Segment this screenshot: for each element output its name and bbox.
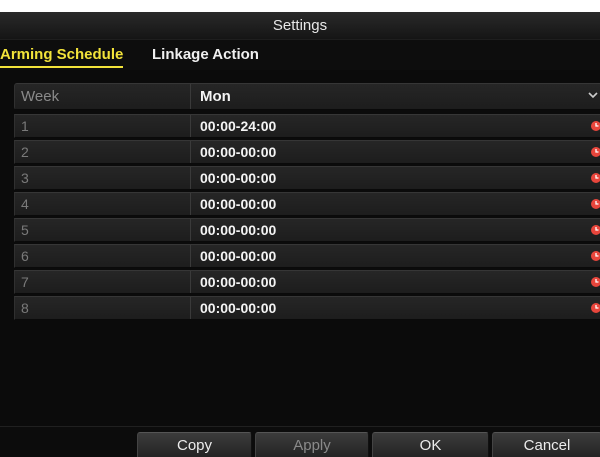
row-index: 5 (15, 219, 191, 241)
row-index: 6 (15, 245, 191, 267)
tab-arming-schedule[interactable]: Arming Schedule (0, 46, 124, 68)
schedule-row[interactable]: 4 00:00-00:00 (14, 192, 600, 216)
schedule-table: Week Mon 1 00:00-24:00 2 00:00-00:00 3 0… (14, 83, 600, 322)
button-bar: Copy Apply OK Cancel (0, 426, 600, 457)
time-range[interactable]: 00:00-00:00 (192, 193, 600, 215)
time-range[interactable]: 00:00-24:00 (192, 115, 600, 137)
row-index: 1 (15, 115, 191, 137)
clock-icon[interactable] (590, 250, 600, 262)
row-index: 3 (15, 167, 191, 189)
schedule-row[interactable]: 5 00:00-00:00 (14, 218, 600, 242)
clock-icon[interactable] (590, 276, 600, 288)
clock-icon[interactable] (590, 172, 600, 184)
apply-button[interactable]: Apply (255, 432, 369, 457)
clock-icon[interactable] (590, 224, 600, 236)
clock-icon[interactable] (590, 198, 600, 210)
copy-button[interactable]: Copy (137, 432, 252, 457)
schedule-row[interactable]: 6 00:00-00:00 (14, 244, 600, 268)
time-range[interactable]: 00:00-00:00 (192, 245, 600, 267)
time-range[interactable]: 00:00-00:00 (192, 167, 600, 189)
time-range[interactable]: 00:00-00:00 (192, 271, 600, 293)
schedule-row[interactable]: 1 00:00-24:00 (14, 114, 600, 138)
ok-button[interactable]: OK (372, 432, 489, 457)
clock-icon[interactable] (590, 146, 600, 158)
schedule-row[interactable]: 3 00:00-00:00 (14, 166, 600, 190)
clock-icon[interactable] (590, 302, 600, 314)
row-index: 4 (15, 193, 191, 215)
day-select[interactable]: Mon (192, 84, 600, 109)
window-title: Settings (0, 12, 600, 40)
tab-linkage-action[interactable]: Linkage Action (152, 46, 259, 66)
row-index: 2 (15, 141, 191, 163)
cancel-button[interactable]: Cancel (492, 432, 600, 457)
tab-bar: Arming Schedule Linkage Action (0, 40, 600, 70)
settings-dialog: Settings Arming Schedule Linkage Action … (0, 12, 600, 457)
week-label: Week (15, 84, 191, 109)
schedule-row[interactable]: 7 00:00-00:00 (14, 270, 600, 294)
time-range[interactable]: 00:00-00:00 (192, 219, 600, 241)
time-range[interactable]: 00:00-00:00 (192, 141, 600, 163)
schedule-row[interactable]: 8 00:00-00:00 (14, 296, 600, 320)
chevron-down-icon[interactable] (588, 90, 598, 100)
week-select-row[interactable]: Week Mon (14, 83, 600, 110)
row-index: 7 (15, 271, 191, 293)
schedule-row[interactable]: 2 00:00-00:00 (14, 140, 600, 164)
time-range[interactable]: 00:00-00:00 (192, 297, 600, 319)
row-index: 8 (15, 297, 191, 319)
clock-icon[interactable] (590, 120, 600, 132)
